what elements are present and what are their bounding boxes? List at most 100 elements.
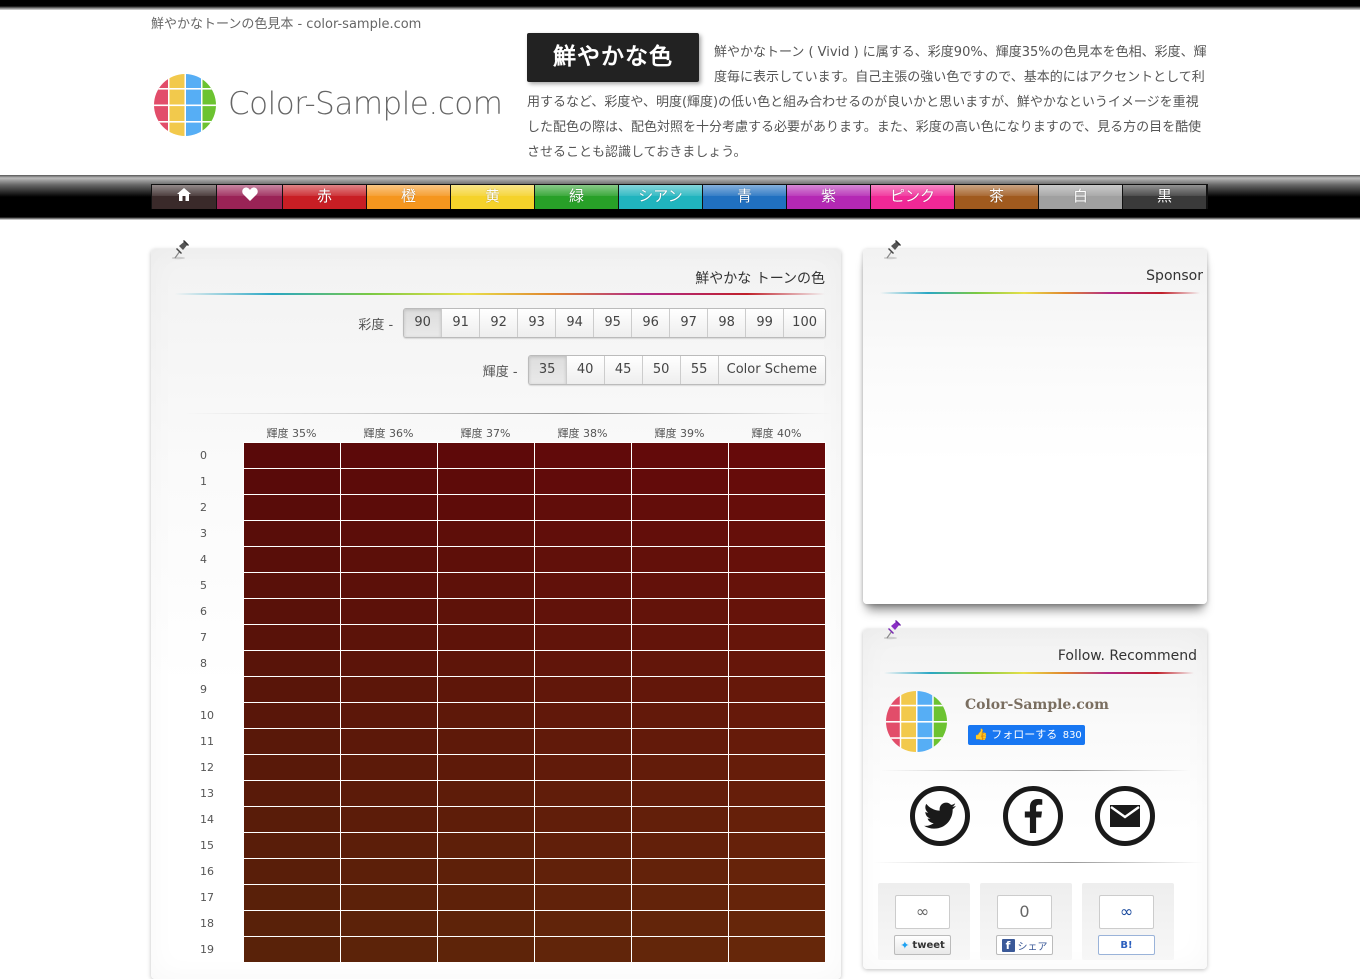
color-swatch[interactable] — [242, 935, 341, 963]
nav-item[interactable]: シアン — [619, 185, 703, 209]
color-swatch[interactable] — [727, 493, 826, 521]
color-swatch[interactable] — [630, 935, 729, 963]
nav-item[interactable]: 白 — [1039, 185, 1123, 209]
color-swatch[interactable] — [630, 805, 729, 833]
saturation-option-button[interactable]: 98 — [708, 309, 747, 337]
color-swatch[interactable] — [727, 727, 826, 755]
color-swatch[interactable] — [630, 571, 729, 599]
color-swatch[interactable] — [533, 805, 632, 833]
color-swatch[interactable] — [630, 623, 729, 651]
color-swatch[interactable] — [727, 831, 826, 859]
color-swatch[interactable] — [339, 597, 438, 625]
color-swatch[interactable] — [533, 649, 632, 677]
color-swatch[interactable] — [727, 519, 826, 547]
color-grid-logo-icon[interactable] — [153, 73, 217, 137]
saturation-option-button[interactable]: 100 — [784, 309, 825, 337]
color-swatch[interactable] — [436, 597, 535, 625]
color-swatch[interactable] — [339, 493, 438, 521]
color-swatch[interactable] — [630, 909, 729, 937]
saturation-option-button[interactable]: 92 — [480, 309, 519, 337]
color-swatch[interactable] — [242, 675, 341, 703]
nav-item[interactable]: 緑 — [535, 185, 619, 209]
color-swatch[interactable] — [339, 935, 438, 963]
color-swatch[interactable] — [727, 909, 826, 937]
color-swatch[interactable] — [242, 831, 341, 859]
saturation-option-button[interactable]: 93 — [518, 309, 557, 337]
color-swatch[interactable] — [436, 623, 535, 651]
color-swatch[interactable] — [436, 649, 535, 677]
color-swatch[interactable] — [630, 441, 729, 469]
color-swatch[interactable] — [242, 909, 341, 937]
color-swatch[interactable] — [436, 545, 535, 573]
color-swatch[interactable] — [533, 857, 632, 885]
color-swatch[interactable] — [436, 805, 535, 833]
color-swatch[interactable] — [630, 753, 729, 781]
nav-item[interactable]: 赤 — [283, 185, 367, 209]
nav-item[interactable]: 茶 — [955, 185, 1039, 209]
color-swatch[interactable] — [727, 935, 826, 963]
saturation-option-button[interactable]: 96 — [632, 309, 671, 337]
color-swatch[interactable] — [727, 441, 826, 469]
color-swatch[interactable] — [630, 701, 729, 729]
color-swatch[interactable] — [727, 623, 826, 651]
nav-home[interactable] — [152, 185, 217, 209]
color-swatch[interactable] — [436, 857, 535, 885]
color-swatch[interactable] — [436, 779, 535, 807]
color-swatch[interactable] — [727, 779, 826, 807]
color-swatch[interactable] — [339, 467, 438, 495]
color-swatch[interactable] — [630, 519, 729, 547]
color-swatch[interactable] — [436, 571, 535, 599]
color-swatch[interactable] — [339, 545, 438, 573]
color-swatch[interactable] — [436, 441, 535, 469]
color-swatch[interactable] — [436, 701, 535, 729]
color-swatch[interactable] — [339, 519, 438, 547]
color-swatch[interactable] — [533, 493, 632, 521]
brightness-option-button[interactable]: 45 — [604, 356, 643, 384]
saturation-option-button[interactable]: 95 — [594, 309, 633, 337]
color-swatch[interactable] — [727, 883, 826, 911]
color-swatch[interactable] — [727, 675, 826, 703]
nav-item[interactable]: 青 — [703, 185, 787, 209]
facebook-link[interactable] — [1003, 786, 1063, 846]
color-swatch[interactable] — [533, 545, 632, 573]
color-swatch[interactable] — [339, 805, 438, 833]
brightness-option-button[interactable]: 35 — [528, 356, 567, 384]
color-swatch[interactable] — [242, 441, 341, 469]
nav-item[interactable]: 橙 — [367, 185, 451, 209]
color-swatch[interactable] — [727, 649, 826, 677]
color-swatch[interactable] — [630, 831, 729, 859]
facebook-share-button[interactable]: f シェア — [996, 935, 1053, 955]
color-swatch[interactable] — [533, 467, 632, 495]
color-swatch[interactable] — [242, 571, 341, 599]
color-swatch[interactable] — [339, 883, 438, 911]
color-swatch[interactable] — [242, 805, 341, 833]
color-swatch[interactable] — [436, 883, 535, 911]
color-swatch[interactable] — [533, 935, 632, 963]
color-swatch[interactable] — [436, 909, 535, 937]
color-swatch[interactable] — [630, 857, 729, 885]
color-swatch[interactable] — [533, 831, 632, 859]
hatena-bookmark-button[interactable]: B! — [1098, 935, 1155, 955]
color-swatch[interactable] — [436, 831, 535, 859]
color-swatch[interactable] — [339, 909, 438, 937]
color-swatch[interactable] — [727, 571, 826, 599]
color-swatch[interactable] — [533, 441, 632, 469]
color-swatch[interactable] — [242, 597, 341, 625]
color-swatch[interactable] — [436, 519, 535, 547]
color-swatch[interactable] — [727, 857, 826, 885]
color-swatch[interactable] — [727, 545, 826, 573]
color-swatch[interactable] — [436, 753, 535, 781]
brightness-option-button[interactable]: Color Scheme — [718, 356, 825, 384]
color-swatch[interactable] — [630, 883, 729, 911]
color-swatch[interactable] — [339, 675, 438, 703]
color-swatch[interactable] — [436, 675, 535, 703]
nav-heart[interactable] — [217, 185, 283, 209]
color-swatch[interactable] — [436, 493, 535, 521]
color-swatch[interactable] — [339, 831, 438, 859]
color-swatch[interactable] — [339, 441, 438, 469]
color-swatch[interactable] — [630, 727, 729, 755]
color-swatch[interactable] — [436, 935, 535, 963]
color-swatch[interactable] — [533, 883, 632, 911]
color-swatch[interactable] — [630, 545, 729, 573]
color-swatch[interactable] — [242, 623, 341, 651]
